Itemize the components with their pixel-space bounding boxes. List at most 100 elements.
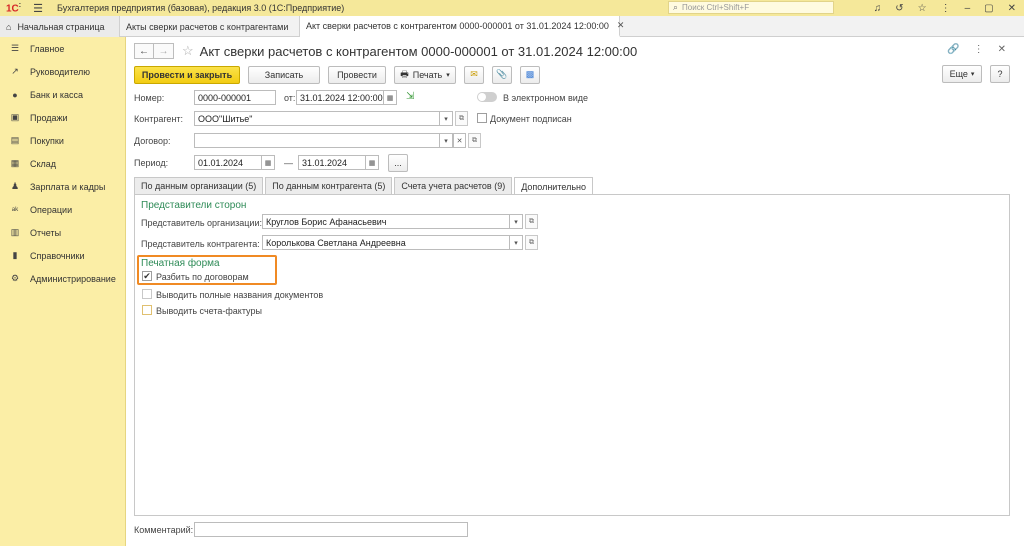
contract-dropdown[interactable]: ▾ bbox=[440, 133, 453, 148]
number-field[interactable]: 0000-000001 bbox=[194, 90, 276, 105]
sidebar-item-manager[interactable]: ↗ Руководителю bbox=[0, 60, 125, 83]
arrow-left-icon: ← bbox=[139, 45, 149, 57]
main-menu-icon[interactable]: ☰ bbox=[33, 2, 43, 15]
counterparty-dropdown[interactable]: ▾ bbox=[440, 111, 453, 126]
help-button[interactable]: ? bbox=[990, 65, 1010, 83]
print-form-header: Печатная форма bbox=[141, 258, 220, 269]
coin-icon: ● bbox=[12, 89, 18, 100]
post-button[interactable]: Провести bbox=[328, 65, 386, 84]
sidebar-item-label: Склад bbox=[30, 158, 57, 169]
favorite-star-icon[interactable]: ☆ bbox=[182, 43, 194, 59]
full-names-label: Выводить полные названия документов bbox=[156, 290, 324, 300]
more-options-icon[interactable]: ⋮ bbox=[974, 44, 984, 55]
signed-checkbox[interactable] bbox=[477, 113, 487, 123]
gear-icon: ⚙ bbox=[10, 273, 20, 283]
contract-open-button[interactable]: ⧉ bbox=[468, 133, 481, 148]
arrow-right-icon: → bbox=[158, 45, 169, 57]
back-button[interactable]: ← bbox=[134, 43, 154, 59]
chevron-down-icon: ▾ bbox=[444, 137, 448, 145]
org-rep-dropdown[interactable]: ▾ bbox=[510, 214, 523, 229]
cp-rep-open-button[interactable]: ⧉ bbox=[525, 235, 538, 250]
tab-counterparty-data[interactable]: По данным контрагента (5) bbox=[265, 177, 393, 194]
bell-icon[interactable]: ♫ bbox=[874, 3, 882, 14]
date-field[interactable]: 31.01.2024 12:00:00 bbox=[296, 90, 384, 105]
sidebar-item-label: Справочники bbox=[30, 250, 85, 261]
period-from-calendar-button[interactable]: ▦ bbox=[262, 155, 275, 170]
structure-button[interactable]: ▩ bbox=[520, 65, 540, 84]
tab-accounts[interactable]: Счета учета расчетов (9) bbox=[394, 177, 513, 194]
period-to-field[interactable]: 31.01.2024 bbox=[298, 155, 366, 170]
contract-clear-button[interactable]: ✕ bbox=[453, 133, 466, 148]
forward-button[interactable]: → bbox=[154, 43, 174, 59]
sidebar-item-main[interactable]: ☰ Главное bbox=[0, 37, 125, 60]
save-button[interactable]: Записать bbox=[248, 65, 320, 84]
split-contracts-checkbox[interactable]: ✔ bbox=[142, 271, 152, 281]
close-icon[interactable]: ✕ bbox=[1008, 3, 1016, 14]
counterparty-label: Контрагент: bbox=[134, 114, 184, 124]
sidebar-item-sales[interactable]: ▣ Продажи bbox=[0, 106, 125, 129]
close-document-icon[interactable]: ✕ bbox=[998, 44, 1006, 55]
attach-button[interactable]: 📎 bbox=[492, 65, 512, 84]
more-icon[interactable]: ⋮ bbox=[941, 3, 951, 14]
sidebar-item-catalogs[interactable]: ▮ Справочники bbox=[0, 244, 125, 267]
more-button[interactable]: Еще ▾ bbox=[942, 65, 982, 83]
maximize-icon[interactable]: ▢ bbox=[984, 3, 993, 14]
sidebar-item-label: Банк и касса bbox=[30, 89, 83, 100]
minimize-icon[interactable]: – bbox=[965, 3, 971, 14]
page-title: Акт сверки расчетов с контрагентом 0000-… bbox=[199, 43, 638, 59]
chevron-down-icon: ▾ bbox=[514, 218, 518, 226]
search-icon: ⌕ bbox=[673, 2, 679, 12]
open-icon: ⧉ bbox=[529, 238, 534, 246]
full-names-checkbox[interactable] bbox=[142, 289, 152, 299]
link-icon[interactable]: 🔗 bbox=[947, 44, 959, 55]
calendar-button[interactable]: ▦ bbox=[384, 90, 397, 105]
cp-rep-field[interactable]: Королькова Светлана Андреевна bbox=[262, 235, 510, 250]
period-to-calendar-button[interactable]: ▦ bbox=[366, 155, 379, 170]
person-icon: ♟ bbox=[10, 181, 20, 191]
counterparty-field[interactable]: ООО"Шитье" bbox=[194, 111, 440, 126]
close-tab-icon[interactable]: ✕ bbox=[617, 20, 625, 31]
print-button[interactable]: 🖶 Печать ▾ bbox=[394, 65, 456, 84]
post-and-close-button[interactable]: Провести и закрыть bbox=[134, 65, 240, 84]
electronic-toggle[interactable] bbox=[477, 92, 497, 102]
global-search-input[interactable]: ⌕ Поиск Ctrl+Shift+F bbox=[668, 1, 834, 14]
tab-org-data[interactable]: По данным организации (5) bbox=[134, 177, 264, 194]
comment-field[interactable] bbox=[194, 522, 468, 537]
org-rep-label: Представитель организации: bbox=[141, 218, 262, 228]
period-from-field[interactable]: 01.01.2024 bbox=[194, 155, 262, 170]
date-label: от: bbox=[284, 93, 296, 103]
sidebar-item-bank[interactable]: ● Банк и касса bbox=[0, 83, 125, 106]
history-icon[interactable]: ↺ bbox=[895, 3, 903, 14]
home-icon: ⌂ bbox=[6, 21, 12, 32]
menu-icon: ☰ bbox=[10, 43, 20, 53]
history-date-icon[interactable]: ⇲ bbox=[406, 91, 414, 102]
sidebar-item-admin[interactable]: ⚙ Администрирование bbox=[0, 267, 125, 290]
invoices-checkbox[interactable] bbox=[142, 305, 152, 315]
sidebar-item-purchases[interactable]: ▤ Покупки bbox=[0, 129, 125, 152]
tab-bar: ⌂ Начальная страница Акты сверки расчето… bbox=[0, 16, 1024, 37]
star-icon[interactable]: ☆ bbox=[918, 3, 927, 14]
envelope-icon: ✉ bbox=[470, 69, 478, 79]
tab-reconciliation-doc[interactable]: Акт сверки расчетов с контрагентом 0000-… bbox=[300, 16, 624, 37]
org-rep-field[interactable]: Круглов Борис Афанасьевич bbox=[262, 214, 510, 229]
split-contracts-label: Разбить по договорам bbox=[156, 272, 249, 282]
tab-home[interactable]: ⌂ Начальная страница bbox=[0, 16, 120, 37]
sidebar-item-warehouse[interactable]: ▦ Склад bbox=[0, 152, 125, 175]
sidebar: ☰ Главное ↗ Руководителю ● Банк и касса ▣ Пр… bbox=[0, 37, 126, 546]
contract-field[interactable] bbox=[194, 133, 440, 148]
tab-reconciliation-list[interactable]: Акты сверки расчетов с контрагентами bbox=[120, 16, 300, 37]
email-button[interactable]: ✉ bbox=[464, 65, 484, 84]
sidebar-item-operations[interactable]: ᵃᵏ Операции bbox=[0, 198, 125, 221]
sidebar-item-reports[interactable]: ▥ Отчеты bbox=[0, 221, 125, 244]
sidebar-item-salary[interactable]: ♟ Зарплата и кадры bbox=[0, 175, 125, 198]
cp-rep-dropdown[interactable]: ▾ bbox=[510, 235, 523, 250]
toolbar-right: Еще ▾ ? bbox=[942, 65, 1010, 83]
tab-additional[interactable]: Дополнительно bbox=[514, 177, 593, 195]
title-bar: 1С: ☰ Бухгалтерия предприятия (базовая),… bbox=[0, 0, 1024, 16]
counterparty-open-button[interactable]: ⧉ bbox=[455, 111, 468, 126]
sidebar-item-label: Руководителю bbox=[30, 66, 91, 77]
org-rep-open-button[interactable]: ⧉ bbox=[525, 214, 538, 229]
number-label: Номер: bbox=[134, 93, 165, 103]
period-select-button[interactable]: ... bbox=[388, 154, 408, 172]
open-icon: ⧉ bbox=[472, 136, 477, 144]
